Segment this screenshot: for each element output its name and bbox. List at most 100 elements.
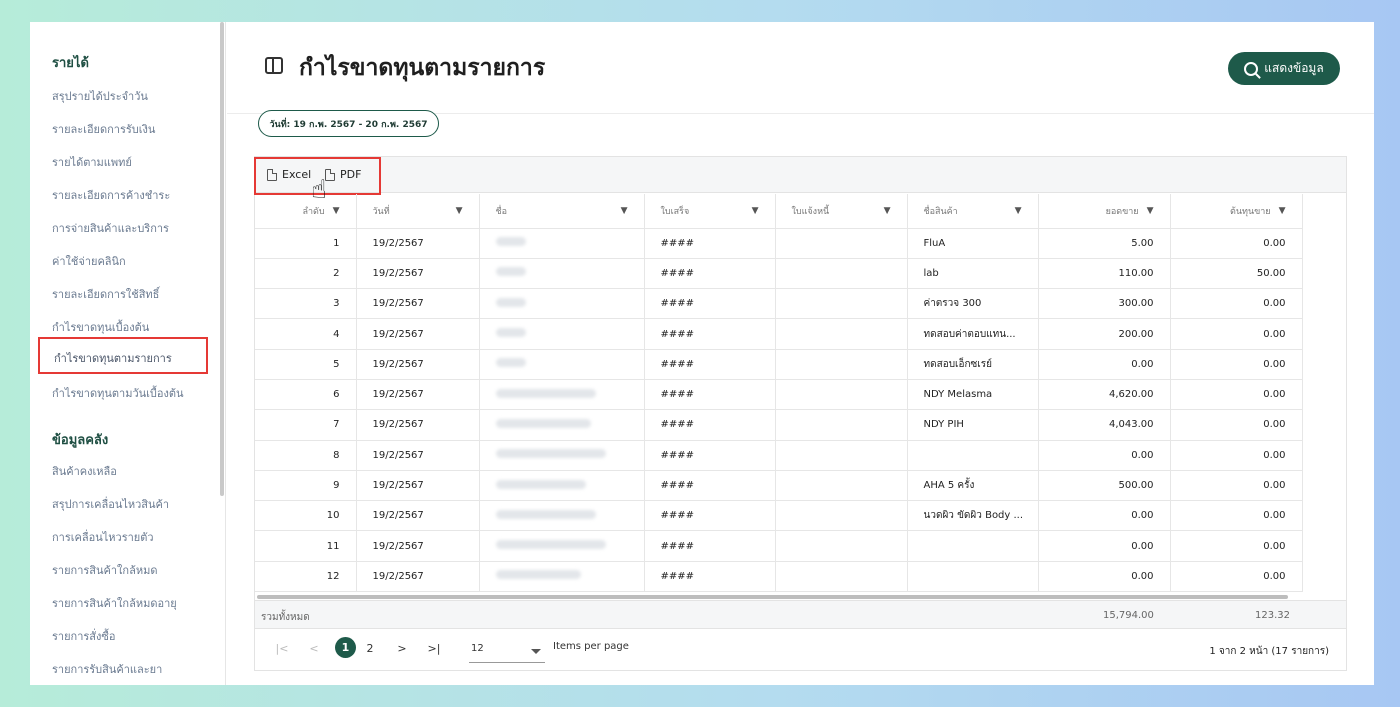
cell-date: 19/2/2567 (356, 561, 480, 593)
redacted-name (495, 479, 586, 489)
cell-name (479, 561, 645, 593)
table-row[interactable]: 3 19/2/2567 #### ค่าตรวจ 300 300.00 0.00 (255, 288, 1303, 320)
col-header-date[interactable]: วันที่ ▼ (356, 194, 480, 229)
cell-date: 19/2/2567 (356, 258, 480, 290)
cell-cost: 0.00 (1170, 349, 1303, 380)
cell-product: NDY PIH (907, 409, 1039, 441)
redacted-name (495, 358, 526, 368)
cell-product: ทดสอบเอ็กซเรย์ (907, 349, 1039, 380)
search-icon (1244, 61, 1259, 76)
cell-name (479, 318, 645, 350)
last-page-button[interactable]: >| (424, 642, 444, 655)
horizontal-scrollbar[interactable] (257, 595, 1288, 599)
cell-name (479, 530, 645, 562)
col-header-name[interactable]: ชื่อ ▼ (479, 194, 645, 229)
cell-invoice (775, 500, 908, 532)
cell-no: 5 (255, 349, 357, 380)
redacted-name (495, 449, 606, 459)
cell-cost: 0.00 (1170, 561, 1303, 593)
export-pdf-label: PDF (340, 168, 362, 181)
sidebar-section-income: รายได้ (52, 56, 89, 71)
date-range-chip[interactable]: วันที่: 19 ก.พ. 2567 - 20 ก.พ. 2567 (258, 110, 439, 137)
sort-icon: ▼ (620, 205, 628, 216)
sidebar-item-near-expiry[interactable]: รายการสินค้าใกล้หมดอายุ (52, 594, 177, 612)
col-header-invoice[interactable]: ใบแจ้งหนี้ ▼ (775, 194, 908, 229)
cell-receipt: #### (644, 318, 776, 350)
items-per-page-select[interactable]: 12 (469, 637, 545, 663)
sidebar-item-basic-profit-loss[interactable]: กำไรขาดทุนเบื้องต้น (52, 318, 149, 336)
table-row[interactable]: 1 19/2/2567 #### FluA 5.00 0.00 (255, 228, 1303, 259)
sidebar-item-goods-services[interactable]: การจ่ายสินค้าและบริการ (52, 219, 169, 237)
sort-icon: ▼ (1014, 205, 1022, 216)
col-header-receipt[interactable]: ใบเสร็จ ▼ (644, 194, 776, 229)
sidebar-item-stock-remaining[interactable]: สินค้าคงเหลือ (52, 462, 117, 480)
export-pdf-button[interactable]: PDF (325, 168, 361, 181)
cell-product: AHA 5 ครั้ง (907, 470, 1039, 502)
cell-date: 19/2/2567 (356, 500, 480, 532)
sidebar-item-outstanding[interactable]: รายละเอียดการค้างชำระ (52, 186, 170, 204)
export-toolbar: Excel PDF ☝ (254, 157, 1346, 203)
export-excel-button[interactable]: Excel (267, 168, 311, 181)
cell-sales: 200.00 (1038, 318, 1171, 350)
cell-receipt: #### (644, 379, 776, 411)
sidebar-item-low-stock[interactable]: รายการสินค้าใกล้หมด (52, 561, 157, 579)
table-row[interactable]: 4 19/2/2567 #### ทดสอบค่าตอบแทน... 200.00 0.0… (255, 318, 1303, 350)
next-page-button[interactable]: > (392, 642, 412, 655)
sidebar-item-income-by-doctor[interactable]: รายได้ตามแพทย์ (52, 153, 132, 171)
col-header-cost[interactable]: ต้นทุนขาย ▼ (1170, 194, 1303, 229)
cell-product: ทดสอบค่าตอบแทน... (907, 318, 1039, 350)
table-row[interactable]: 2 19/2/2567 #### lab 110.00 50.00 (255, 258, 1303, 290)
cell-name (479, 440, 645, 471)
sidebar-item-purchase-orders[interactable]: รายการสั่งซื้อ (52, 627, 115, 645)
cell-sales: 4,620.00 (1038, 379, 1171, 411)
cell-invoice (775, 258, 908, 290)
cell-product (907, 530, 1039, 562)
cell-product: ค่าตรวจ 300 (907, 288, 1039, 320)
table-row[interactable]: 10 19/2/2567 #### นวดผิว ขัดผิว Body ... 0.0… (255, 500, 1303, 532)
table-row[interactable]: 12 19/2/2567 #### 0.00 0.00 (255, 561, 1303, 593)
table-row[interactable]: 8 19/2/2567 #### 0.00 0.00 (255, 440, 1303, 471)
cell-no: 6 (255, 379, 357, 411)
cell-name (479, 349, 645, 380)
sidebar-toggle-icon[interactable] (265, 57, 283, 74)
col-header-sales[interactable]: ยอดขาย ▼ (1038, 194, 1171, 229)
sort-icon: ▼ (751, 205, 759, 216)
sidebar-item-daily-profit-loss[interactable]: กำไรขาดทุนตามวันเบื้องต้น (52, 384, 184, 402)
cell-date: 19/2/2567 (356, 288, 480, 320)
table-row[interactable]: 9 19/2/2567 #### AHA 5 ครั้ง 500.00 0.00 (255, 470, 1303, 502)
page-2-button[interactable]: 2 (360, 642, 380, 655)
sidebar-item-goods-received[interactable]: รายการรับสินค้าและยา (52, 660, 162, 678)
cell-product: NDY Melasma (907, 379, 1039, 411)
table-row[interactable]: 6 19/2/2567 #### NDY Melasma 4,620.00 0.00 (255, 379, 1303, 411)
cell-sales: 0.00 (1038, 349, 1171, 380)
sidebar-item-item-movement[interactable]: การเคลื่อนไหวรายตัว (52, 528, 154, 546)
sidebar-item-payment-details[interactable]: รายละเอียดการรับเงิน (52, 120, 155, 138)
cell-invoice (775, 288, 908, 320)
table-row[interactable]: 5 19/2/2567 #### ทดสอบเอ็กซเรย์ 0.00 0.00 (255, 349, 1303, 380)
page-1-button[interactable]: 1 (335, 637, 356, 658)
sidebar-item-movement-summary[interactable]: สรุปการเคลื่อนไหวสินค้า (52, 495, 169, 513)
sort-icon: ▼ (332, 205, 340, 216)
first-page-button[interactable]: |< (272, 642, 292, 655)
table-row[interactable]: 11 19/2/2567 #### 0.00 0.00 (255, 530, 1303, 562)
sidebar-item-clinic-expenses[interactable]: ค่าใช้จ่ายคลินิก (52, 252, 126, 270)
report-table: ลำดับ ▼ วันที่ ▼ ชื่อ ▼ ใบเสร็จ ▼ ใบแจ้งหนี้… (255, 194, 1303, 593)
table-row[interactable]: 7 19/2/2567 #### NDY PIH 4,043.00 0.00 (255, 409, 1303, 441)
total-sales: 15,794.00 (1103, 610, 1154, 621)
cell-date: 19/2/2567 (356, 530, 480, 562)
col-header-no[interactable]: ลำดับ ▼ (255, 194, 357, 229)
cell-date: 19/2/2567 (356, 349, 480, 380)
cell-sales: 0.00 (1038, 530, 1171, 562)
cell-no: 11 (255, 530, 357, 562)
col-header-product[interactable]: ชื่อสินค้า ▼ (907, 194, 1039, 229)
sidebar-item-daily-income[interactable]: สรุปรายได้ประจำวัน (52, 87, 148, 105)
sidebar-scrollbar[interactable] (220, 22, 224, 496)
prev-page-button[interactable]: < (304, 642, 324, 655)
sidebar-item-profit-loss-by-item[interactable]: กำไรขาดทุนตามรายการ (38, 337, 208, 374)
cell-name (479, 258, 645, 290)
page-header: กำไรขาดทุนตามรายการ แสดงข้อมูล (227, 22, 1374, 114)
total-cost: 123.32 (1255, 610, 1290, 621)
sidebar-item-rights-usage[interactable]: รายละเอียดการใช้สิทธิ์ (52, 285, 159, 303)
redacted-name (495, 388, 596, 398)
show-data-button[interactable]: แสดงข้อมูล (1228, 52, 1340, 85)
